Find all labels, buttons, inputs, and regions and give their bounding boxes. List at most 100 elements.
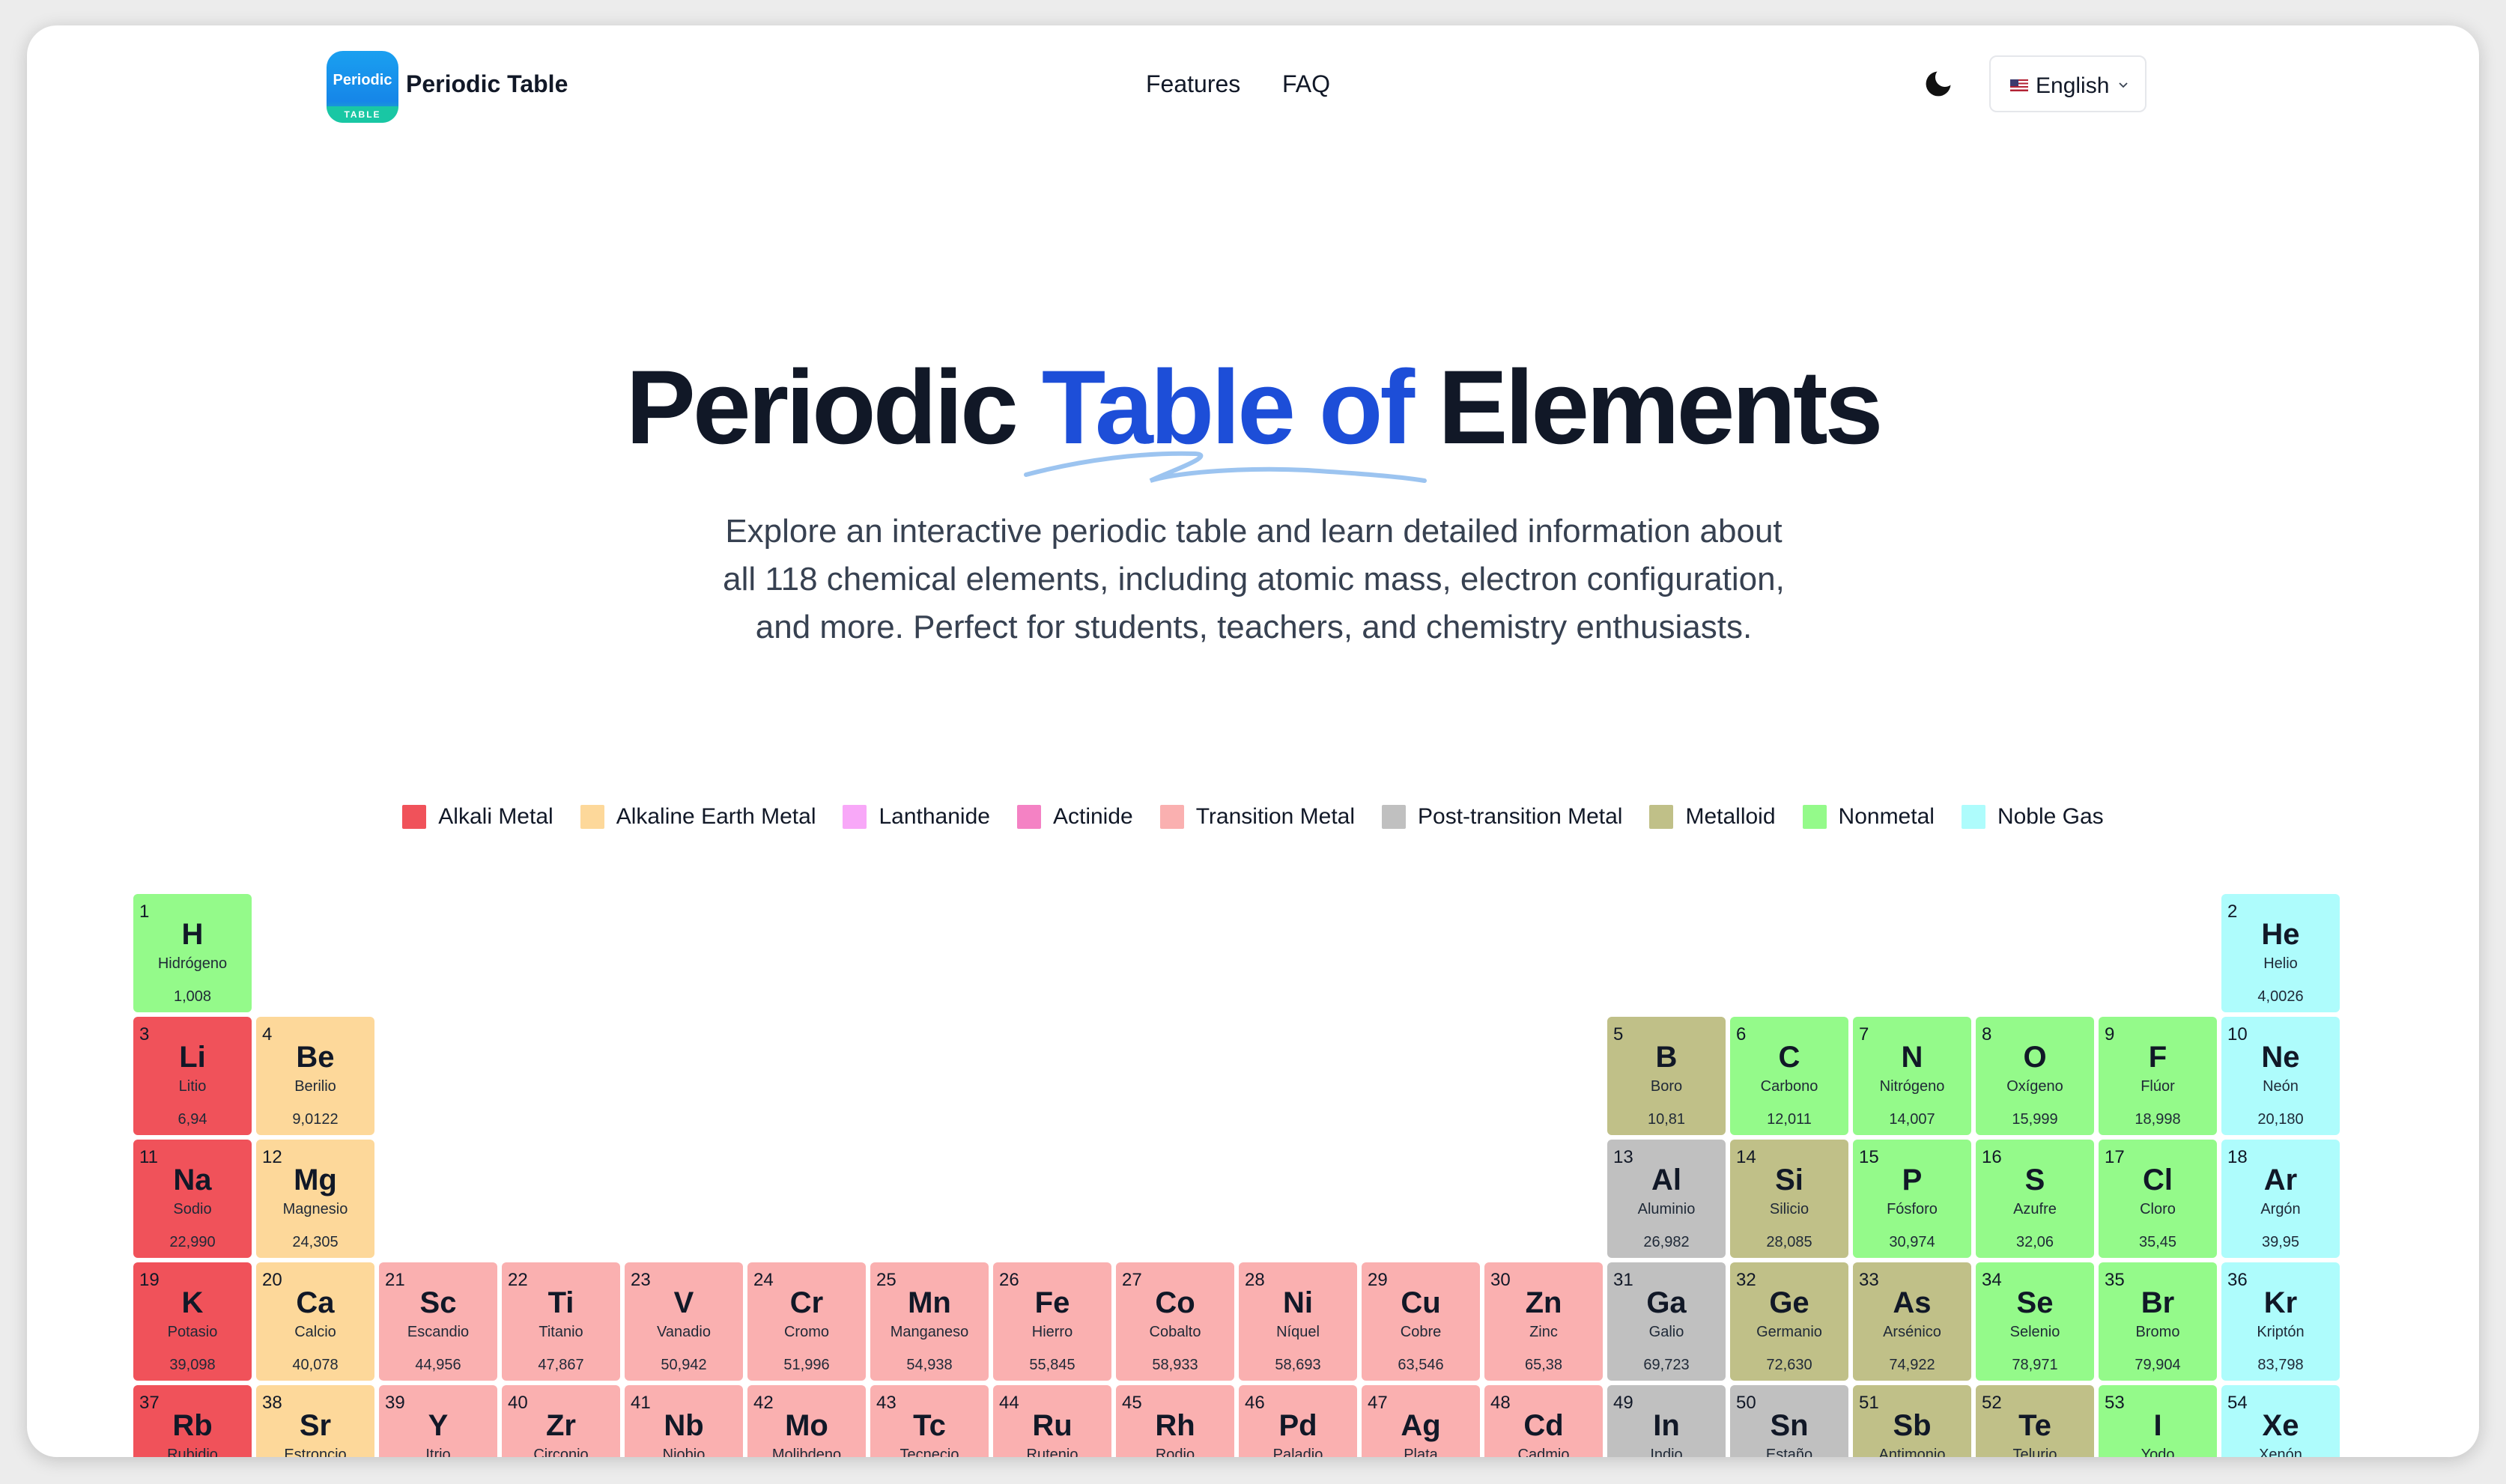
element-symbol: V (673, 1286, 694, 1319)
element-symbol: Zn (1525, 1286, 1562, 1319)
element-cell-ne[interactable]: 10 Ne Neón 20,180 (2221, 1017, 2340, 1135)
element-cell-mg[interactable]: 12 Mg Magnesio 24,305 (256, 1140, 374, 1258)
element-cell-xe[interactable]: 54 Xe Xenón (2221, 1385, 2340, 1457)
element-cell-in[interactable]: 49 In Indio (1607, 1385, 1726, 1457)
element-symbol: Tc (913, 1409, 946, 1442)
element-name: Niobio (662, 1447, 706, 1457)
element-cell-c[interactable]: 6 C Carbono 12,011 (1730, 1017, 1848, 1135)
element-cell-se[interactable]: 34 Se Selenio 78,971 (1976, 1262, 2094, 1381)
element-name: Rutenio (1026, 1447, 1078, 1457)
element-cell-he[interactable]: 2 He Helio 4,0026 (2221, 894, 2340, 1012)
element-cell-zr[interactable]: 40 Zr Circonio (502, 1385, 620, 1457)
element-cell-p[interactable]: 15 P Fósforo 30,974 (1853, 1140, 1971, 1258)
element-cell-ge[interactable]: 32 Ge Germanio 72,630 (1730, 1262, 1848, 1381)
element-cell-s[interactable]: 16 S Azufre 32,06 (1976, 1140, 2094, 1258)
atomic-mass: 39,95 (2261, 1234, 2300, 1250)
element-cell-n[interactable]: 7 N Nitrógeno 14,007 (1853, 1017, 1971, 1135)
element-cell-co[interactable]: 27 Co Cobalto 58,933 (1116, 1262, 1234, 1381)
atomic-mass: 12,011 (1767, 1111, 1812, 1128)
element-cell-li[interactable]: 3 Li Litio 6,94 (133, 1017, 252, 1135)
element-cell-tc[interactable]: 43 Tc Tecnecio (870, 1385, 989, 1457)
element-cell-ag[interactable]: 47 Ag Plata (1362, 1385, 1480, 1457)
element-cell-kr[interactable]: 36 Kr Kriptón 83,798 (2221, 1262, 2340, 1381)
element-cell-be[interactable]: 4 Be Berilio 9,0122 (256, 1017, 374, 1135)
atomic-mass: 6,94 (178, 1111, 207, 1128)
element-cell-sr[interactable]: 38 Sr Estroncio (256, 1385, 374, 1457)
element-symbol: Al (1651, 1164, 1681, 1196)
browser-window: Periodic TABLE Periodic Table Features F… (27, 25, 2479, 1457)
element-cell-as[interactable]: 33 As Arsénico 74,922 (1853, 1262, 1971, 1381)
atomic-mass: 50,942 (661, 1357, 707, 1373)
element-name: Vanadio (657, 1324, 711, 1340)
atomic-mass: 24,305 (292, 1234, 339, 1250)
element-symbol: Co (1155, 1286, 1195, 1319)
element-cell-br[interactable]: 35 Br Bromo 79,904 (2099, 1262, 2217, 1381)
atomic-mass: 83,798 (2257, 1357, 2304, 1373)
element-cell-b[interactable]: 5 B Boro 10,81 (1607, 1017, 1726, 1135)
element-cell-v[interactable]: 23 V Vanadio 50,942 (625, 1262, 743, 1381)
atomic-mass: 32,06 (2015, 1234, 2054, 1250)
element-symbol: H (181, 918, 204, 951)
atomic-mass: 51,996 (783, 1357, 830, 1373)
element-cell-te[interactable]: 52 Te Telurio (1976, 1385, 2094, 1457)
element-cell-mn[interactable]: 25 Mn Manganeso 54,938 (870, 1262, 989, 1381)
element-cell-cd[interactable]: 48 Cd Cadmio (1484, 1385, 1603, 1457)
element-name: Cobre (1400, 1324, 1442, 1340)
element-cell-ga[interactable]: 31 Ga Galio 69,723 (1607, 1262, 1726, 1381)
element-cell-cr[interactable]: 24 Cr Cromo 51,996 (747, 1262, 866, 1381)
element-cell-si[interactable]: 14 Si Silicio 28,085 (1730, 1140, 1848, 1258)
element-cell-na[interactable]: 11 Na Sodio 22,990 (133, 1140, 252, 1258)
element-cell-zn[interactable]: 30 Zn Zinc 65,38 (1484, 1262, 1603, 1381)
atomic-mass: 14,007 (1889, 1111, 1935, 1128)
element-symbol: Sn (1770, 1409, 1809, 1442)
element-cell-al[interactable]: 13 Al Aluminio 26,982 (1607, 1140, 1726, 1258)
element-symbol: Ga (1646, 1286, 1687, 1319)
element-name: Nitrógeno (1879, 1078, 1945, 1095)
element-cell-y[interactable]: 39 Y Itrio (379, 1385, 497, 1457)
element-cell-ar[interactable]: 18 Ar Argón 39,95 (2221, 1140, 2340, 1258)
element-cell-pd[interactable]: 46 Pd Paladio (1239, 1385, 1357, 1457)
atomic-mass: 72,630 (1766, 1357, 1812, 1373)
element-cell-ni[interactable]: 28 Ni Níquel 58,693 (1239, 1262, 1357, 1381)
element-name: Yodo (2141, 1447, 2175, 1457)
element-name: Circonio (533, 1447, 589, 1457)
element-cell-cl[interactable]: 17 Cl Cloro 35,45 (2099, 1140, 2217, 1258)
element-cell-nb[interactable]: 41 Nb Niobio (625, 1385, 743, 1457)
element-name: Carbono (1760, 1078, 1818, 1095)
atomic-mass: 35,45 (2138, 1234, 2177, 1250)
element-symbol: Ag (1401, 1409, 1441, 1442)
element-cell-o[interactable]: 8 O Oxígeno 15,999 (1976, 1017, 2094, 1135)
element-cell-cu[interactable]: 29 Cu Cobre 63,546 (1362, 1262, 1480, 1381)
element-cell-fe[interactable]: 26 Fe Hierro 55,845 (993, 1262, 1111, 1381)
element-symbol: Be (296, 1041, 335, 1074)
element-symbol: P (1902, 1164, 1923, 1196)
atomic-mass: 26,982 (1643, 1234, 1690, 1250)
element-cell-i[interactable]: 53 I Yodo (2099, 1385, 2217, 1457)
element-symbol: C (1778, 1041, 1800, 1074)
atomic-mass: 63,546 (1398, 1357, 1444, 1373)
element-cell-ti[interactable]: 22 Ti Titanio 47,867 (502, 1262, 620, 1381)
element-symbol: Rb (172, 1409, 213, 1442)
element-symbol: K (181, 1286, 204, 1319)
element-cell-sn[interactable]: 50 Sn Estaño (1730, 1385, 1848, 1457)
element-name: Cobalto (1149, 1324, 1201, 1340)
element-name: Tecnecio (899, 1447, 959, 1457)
element-name: Litio (178, 1078, 207, 1095)
element-name: Azufre (2013, 1201, 2057, 1217)
element-name: Berilio (294, 1078, 336, 1095)
element-cell-h[interactable]: 1 H Hidrógeno 1,008 (133, 894, 252, 1012)
element-cell-k[interactable]: 19 K Potasio 39,098 (133, 1262, 252, 1381)
element-name: Escandio (407, 1324, 470, 1340)
element-cell-mo[interactable]: 42 Mo Molibdeno (747, 1385, 866, 1457)
element-cell-sc[interactable]: 21 Sc Escandio 44,956 (379, 1262, 497, 1381)
atomic-mass: 30,974 (1889, 1234, 1935, 1250)
element-cell-sb[interactable]: 51 Sb Antimonio (1853, 1385, 1971, 1457)
element-symbol: Pd (1278, 1409, 1317, 1442)
element-cell-rh[interactable]: 45 Rh Rodio (1116, 1385, 1234, 1457)
element-cell-ru[interactable]: 44 Ru Rutenio (993, 1385, 1111, 1457)
element-name: Telurio (2012, 1447, 2057, 1457)
element-cell-rb[interactable]: 37 Rb Rubidio (133, 1385, 252, 1457)
element-symbol: Te (2018, 1409, 2051, 1442)
element-cell-ca[interactable]: 20 Ca Calcio 40,078 (256, 1262, 374, 1381)
element-cell-f[interactable]: 9 F Flúor 18,998 (2099, 1017, 2217, 1135)
